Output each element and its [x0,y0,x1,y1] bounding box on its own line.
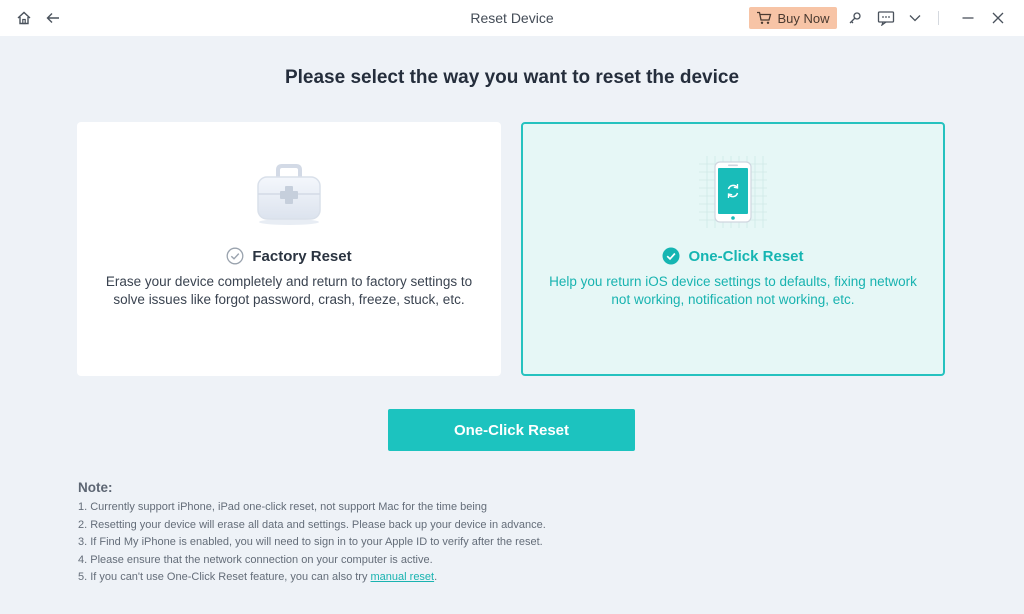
one-click-reset-title: One-Click Reset [523,247,943,265]
back-arrow-icon[interactable] [43,8,63,28]
note-item: 1. Currently support iPhone, iPad one-cl… [78,501,488,513]
buy-now-button[interactable]: Buy Now [749,7,837,29]
note-section: Note: 1. Currently support iPhone, iPad … [78,480,546,587]
title-bar-divider [938,11,939,25]
factory-reset-description: Erase your device completely and return … [105,274,473,307]
page-title: Please select the way you want to reset … [284,67,740,88]
one-click-reset-label: One-Click Reset [688,247,804,265]
factory-reset-label: Factory Reset [252,247,352,265]
toolbox-icon [252,162,326,231]
note-item: 5. If you can't use One-Click Reset feat… [78,569,546,587]
factory-reset-title: Factory Reset [77,247,501,265]
window-title: Reset Device [470,10,554,26]
note-item-text: 5. If you can't use One-Click Reset feat… [78,571,371,583]
check-circle-filled-icon [662,247,680,265]
one-click-reset-button[interactable]: One-Click Reset [388,409,635,451]
feedback-icon[interactable] [876,8,896,28]
title-bar: Reset Device Buy Now [0,0,1024,36]
note-item: 3. If Find My iPhone is enabled, you wil… [78,536,543,548]
factory-reset-option[interactable]: Factory Reset Erase your device complete… [77,122,501,376]
note-item: 4. Please ensure that the network connec… [78,553,433,566]
one-click-reset-description: Help you return iOS device settings to d… [549,274,917,307]
note-item-suffix: . [434,571,438,583]
manual-reset-link[interactable]: manual reset [371,571,435,583]
check-circle-outline-icon [226,247,244,265]
close-icon[interactable] [988,8,1008,28]
buy-now-label: Buy Now [777,10,830,26]
cart-icon [757,11,772,24]
note-item: 2. Resetting your device will erase all … [78,518,546,531]
note-title: Note: [78,480,113,495]
one-click-reset-option[interactable]: One-Click Reset Help you return iOS devi… [521,122,945,376]
phone-reset-icon [693,150,773,239]
key-icon[interactable] [845,8,865,28]
chevron-down-icon[interactable] [905,8,925,28]
home-icon[interactable] [14,8,34,28]
minimize-icon[interactable] [958,8,978,28]
